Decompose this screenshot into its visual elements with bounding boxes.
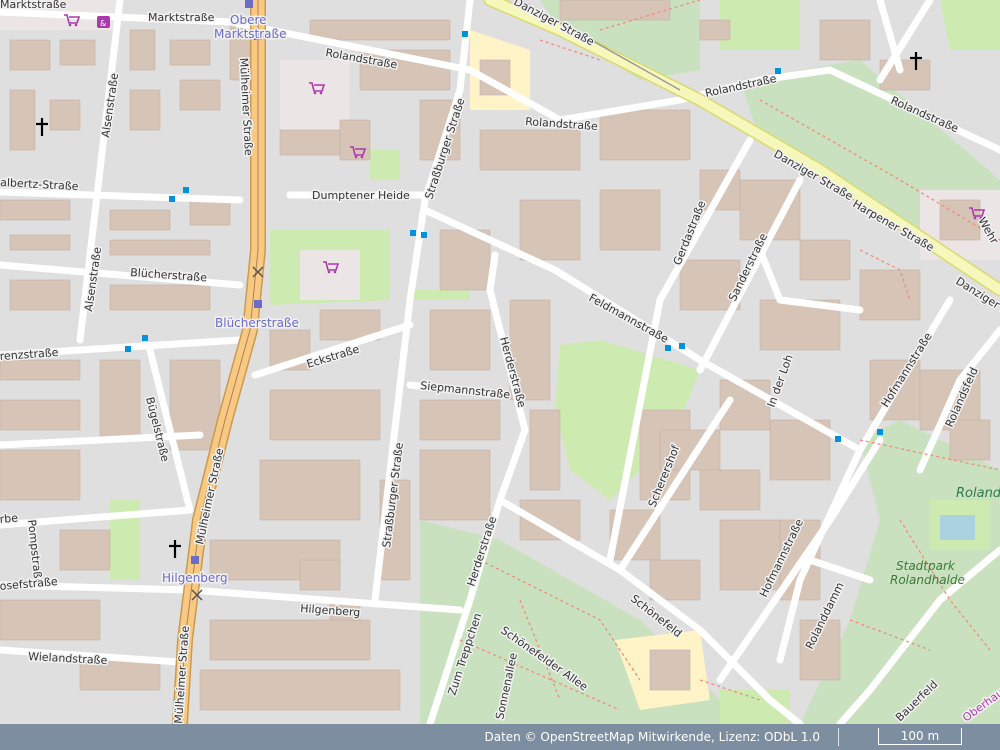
map-canvas[interactable]: & Marktstraße Marktstraße Rolandstraße R…: [0, 0, 1000, 724]
stop-label: Blücherstraße: [215, 316, 299, 330]
stop-label: Obere: [230, 13, 267, 27]
stop-label: Hilgenberg: [162, 571, 228, 585]
tram-stop-icon: [254, 300, 262, 308]
bus-stop-icon: [142, 335, 148, 341]
park-label: Roland: [956, 486, 1000, 501]
bus-stop-icon: [410, 230, 416, 236]
street-label: rbe: [0, 511, 19, 526]
park-label: Stadtpark: [896, 559, 956, 573]
scale-bar: 100 m: [878, 728, 962, 745]
footer-divider: [838, 728, 839, 746]
bus-stop-icon: [183, 187, 189, 193]
scale-label: 100 m: [900, 729, 940, 743]
stop-label: Marktstraße: [214, 27, 286, 41]
bus-stop-icon: [877, 429, 883, 435]
bus-stop-icon: [835, 436, 841, 442]
bus-stop-icon: [665, 345, 671, 351]
bus-stop-icon: [462, 31, 468, 37]
bus-stop-icon: [169, 196, 175, 202]
map-footer: Daten © OpenStreetMap Mitwirkende, Lizen…: [0, 724, 1000, 750]
street-label: Dumptener Heide: [312, 189, 410, 202]
street-label: Marktstraße: [148, 11, 215, 24]
bus-stop-icon: [679, 343, 685, 349]
attribution-text[interactable]: Daten © OpenStreetMap Mitwirkende, Lizen…: [484, 724, 820, 750]
bus-stop-icon: [125, 346, 131, 352]
tram-stop-icon: [245, 0, 253, 8]
svg-text:&: &: [100, 19, 106, 28]
bus-stop-icon: [775, 68, 781, 74]
shopping-bag-icon: &: [97, 16, 110, 28]
tram-stop-icon: [191, 556, 199, 564]
street-label: Marktstraße: [0, 0, 67, 11]
park-label: Rolandhalde: [890, 573, 965, 587]
bus-stop-icon: [421, 232, 427, 238]
